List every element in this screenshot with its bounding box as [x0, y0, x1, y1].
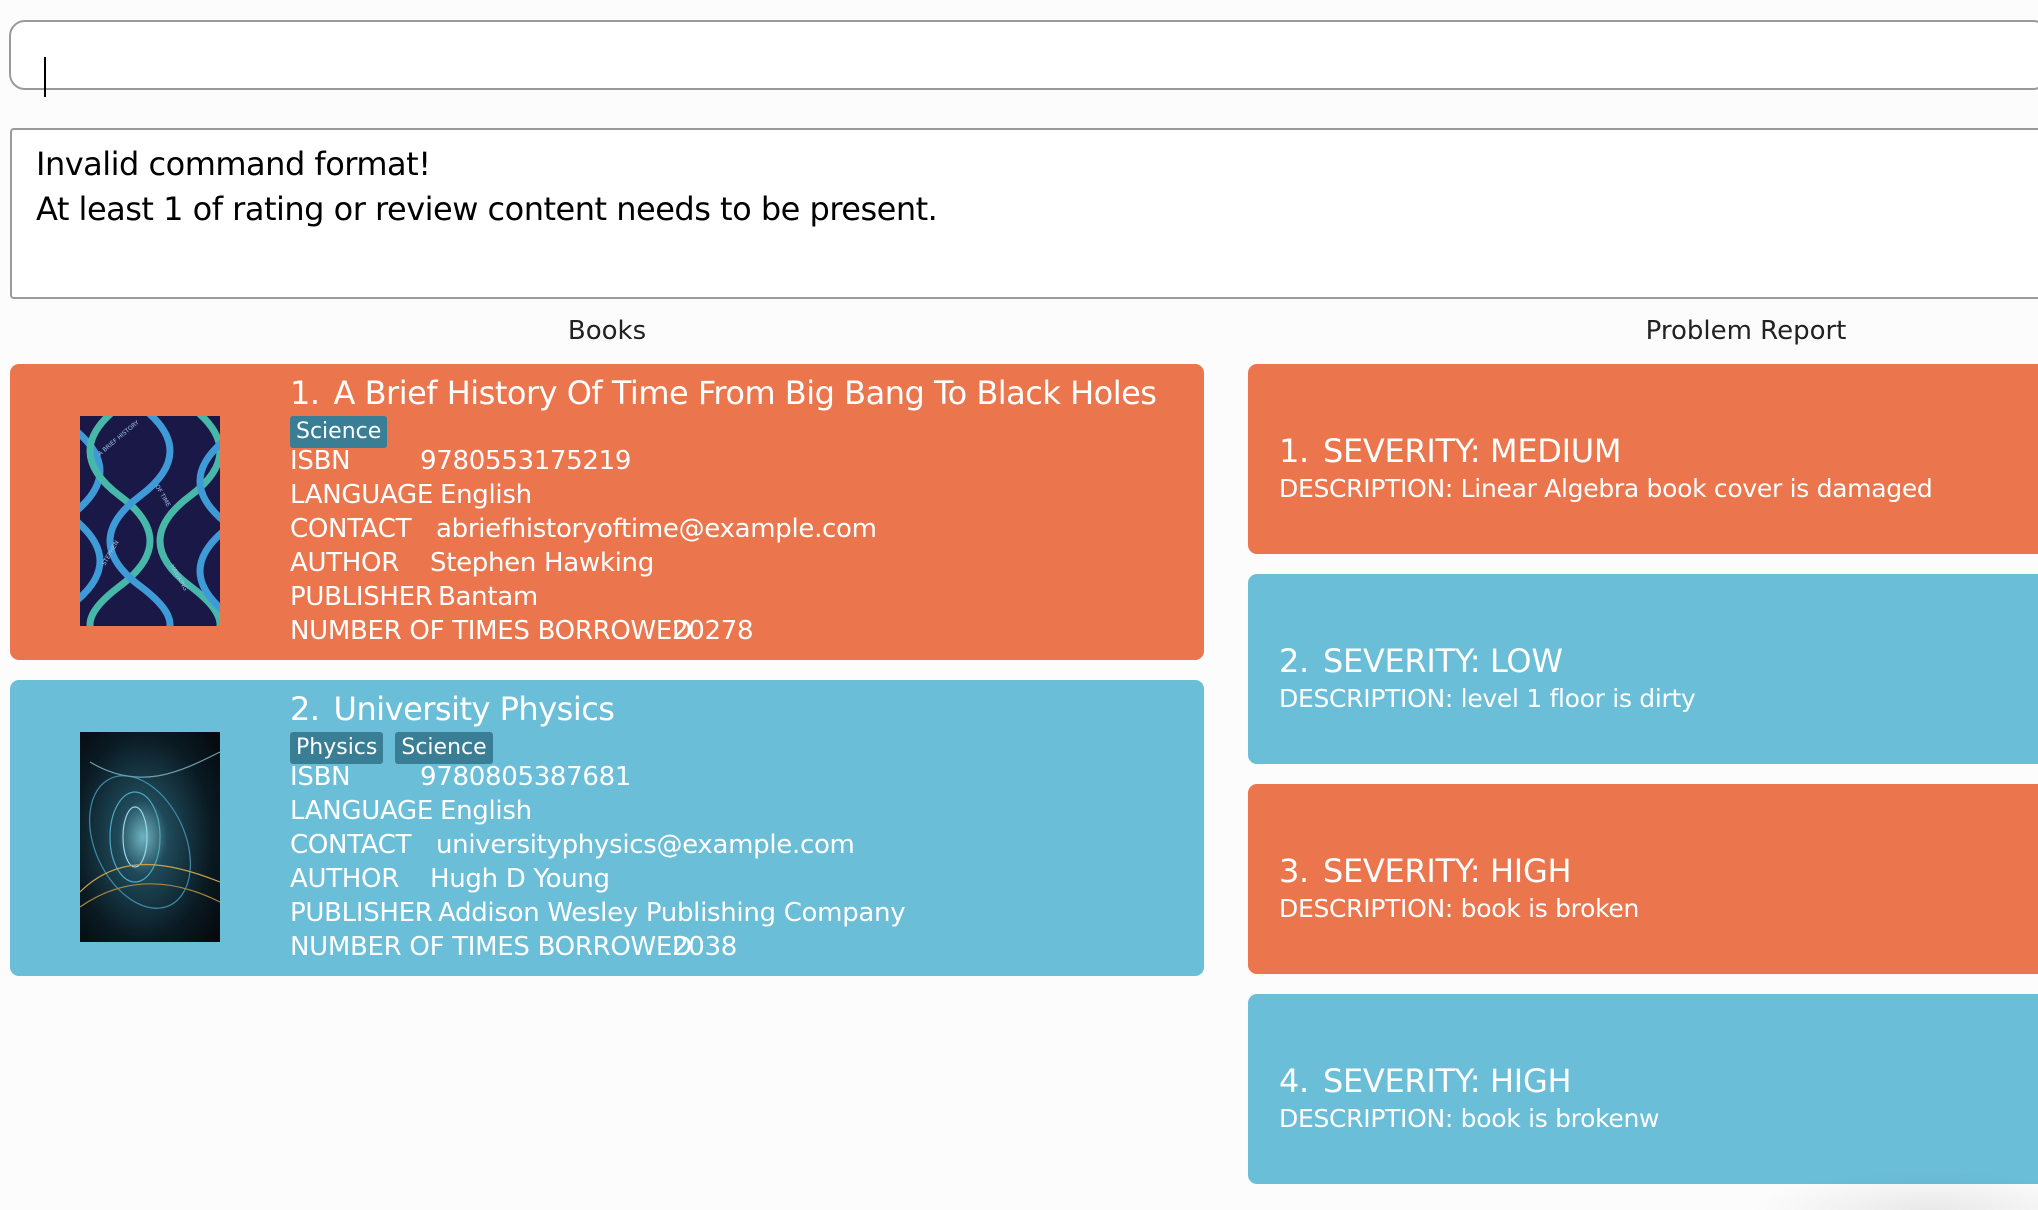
book-cover-image: A BRIEF HISTORY OF TIME STEPHEN HAWKING — [64, 403, 236, 660]
tag-badge: Science — [395, 732, 493, 764]
book-publisher: PUBLISHER Addison Wesley Publishing Compa… — [290, 898, 906, 928]
book-cover-image — [79, 732, 221, 942]
book-language: LANGUAGE English — [290, 480, 532, 510]
book-contact: CONTACT universityphysics@example.com — [290, 830, 855, 860]
problem-title: 4. SEVERITY: HIGH — [1279, 1062, 1572, 1100]
book-tags: Science — [290, 416, 388, 448]
problem-description: DESCRIPTION: level 1 floor is dirty — [1279, 684, 1696, 713]
book-publisher: PUBLISHER Bantam — [290, 582, 538, 612]
book-index: 1. — [290, 374, 320, 412]
problem-card[interactable]: 1. SEVERITY: MEDIUM DESCRIPTION: Linear A… — [1248, 364, 2038, 554]
book-borrowed: NUMBER OF TIMES BORROWED 2038 — [290, 932, 737, 962]
problem-title: 2. SEVERITY: LOW — [1279, 642, 1563, 680]
book-isbn: ISBN 9780805387681 — [290, 762, 632, 792]
book-author: AUTHOR Hugh D Young — [290, 864, 610, 894]
problem-card[interactable]: 2. SEVERITY: LOW DESCRIPTION: level 1 flo… — [1248, 574, 2038, 764]
result-line-1: Invalid command format! — [36, 145, 431, 183]
tag-badge: Physics — [290, 732, 384, 764]
problems-panel-title: Problem Report — [1645, 316, 1847, 346]
problem-card[interactable]: 4. SEVERITY: HIGH DESCRIPTION: book is br… — [1248, 994, 2038, 1184]
command-box[interactable] — [9, 20, 2038, 97]
problem-title: 1. SEVERITY: MEDIUM — [1279, 432, 1622, 470]
book-card[interactable]: 2. University Physics Physics Science ISB… — [10, 680, 1204, 976]
book-isbn: ISBN 9780553175219 — [290, 446, 632, 476]
tag-badge: Science — [290, 416, 388, 448]
book-title: 2. University Physics — [290, 690, 615, 728]
book-language: LANGUAGE English — [290, 796, 532, 826]
book-author: AUTHOR Stephen Hawking — [290, 548, 654, 578]
book-index: 2. — [290, 690, 320, 728]
problem-description: DESCRIPTION: book is brokenw — [1279, 1104, 1660, 1133]
problem-card[interactable]: 3. SEVERITY: HIGH DESCRIPTION: book is br… — [1248, 784, 2038, 974]
result-display: Invalid command format! At least 1 of ra… — [10, 128, 2038, 299]
book-card[interactable]: A BRIEF HISTORY OF TIME STEPHEN HAWKING … — [10, 364, 1204, 660]
book-borrowed: NUMBER OF TIMES BORROWED 20278 — [290, 616, 754, 646]
book-tags: Physics Science — [290, 732, 493, 764]
book-title-text: University Physics — [333, 690, 615, 728]
problem-description: DESCRIPTION: Linear Algebra book cover i… — [1279, 474, 1933, 503]
book-contact: CONTACT abriefhistoryoftime@example.com — [290, 514, 877, 544]
book-title-text: A Brief History Of Time From Big Bang To… — [333, 374, 1157, 412]
book-title: 1. A Brief History Of Time From Big Bang … — [290, 374, 1157, 412]
problem-title: 3. SEVERITY: HIGH — [1279, 852, 1572, 890]
books-panel-title: Books — [567, 316, 647, 346]
text-caret — [44, 57, 46, 97]
command-input[interactable] — [33, 32, 2027, 80]
window-shadow — [1750, 1170, 2038, 1210]
problem-description: DESCRIPTION: book is broken — [1279, 894, 1639, 923]
result-line-2: At least 1 of rating or review content n… — [36, 190, 938, 228]
